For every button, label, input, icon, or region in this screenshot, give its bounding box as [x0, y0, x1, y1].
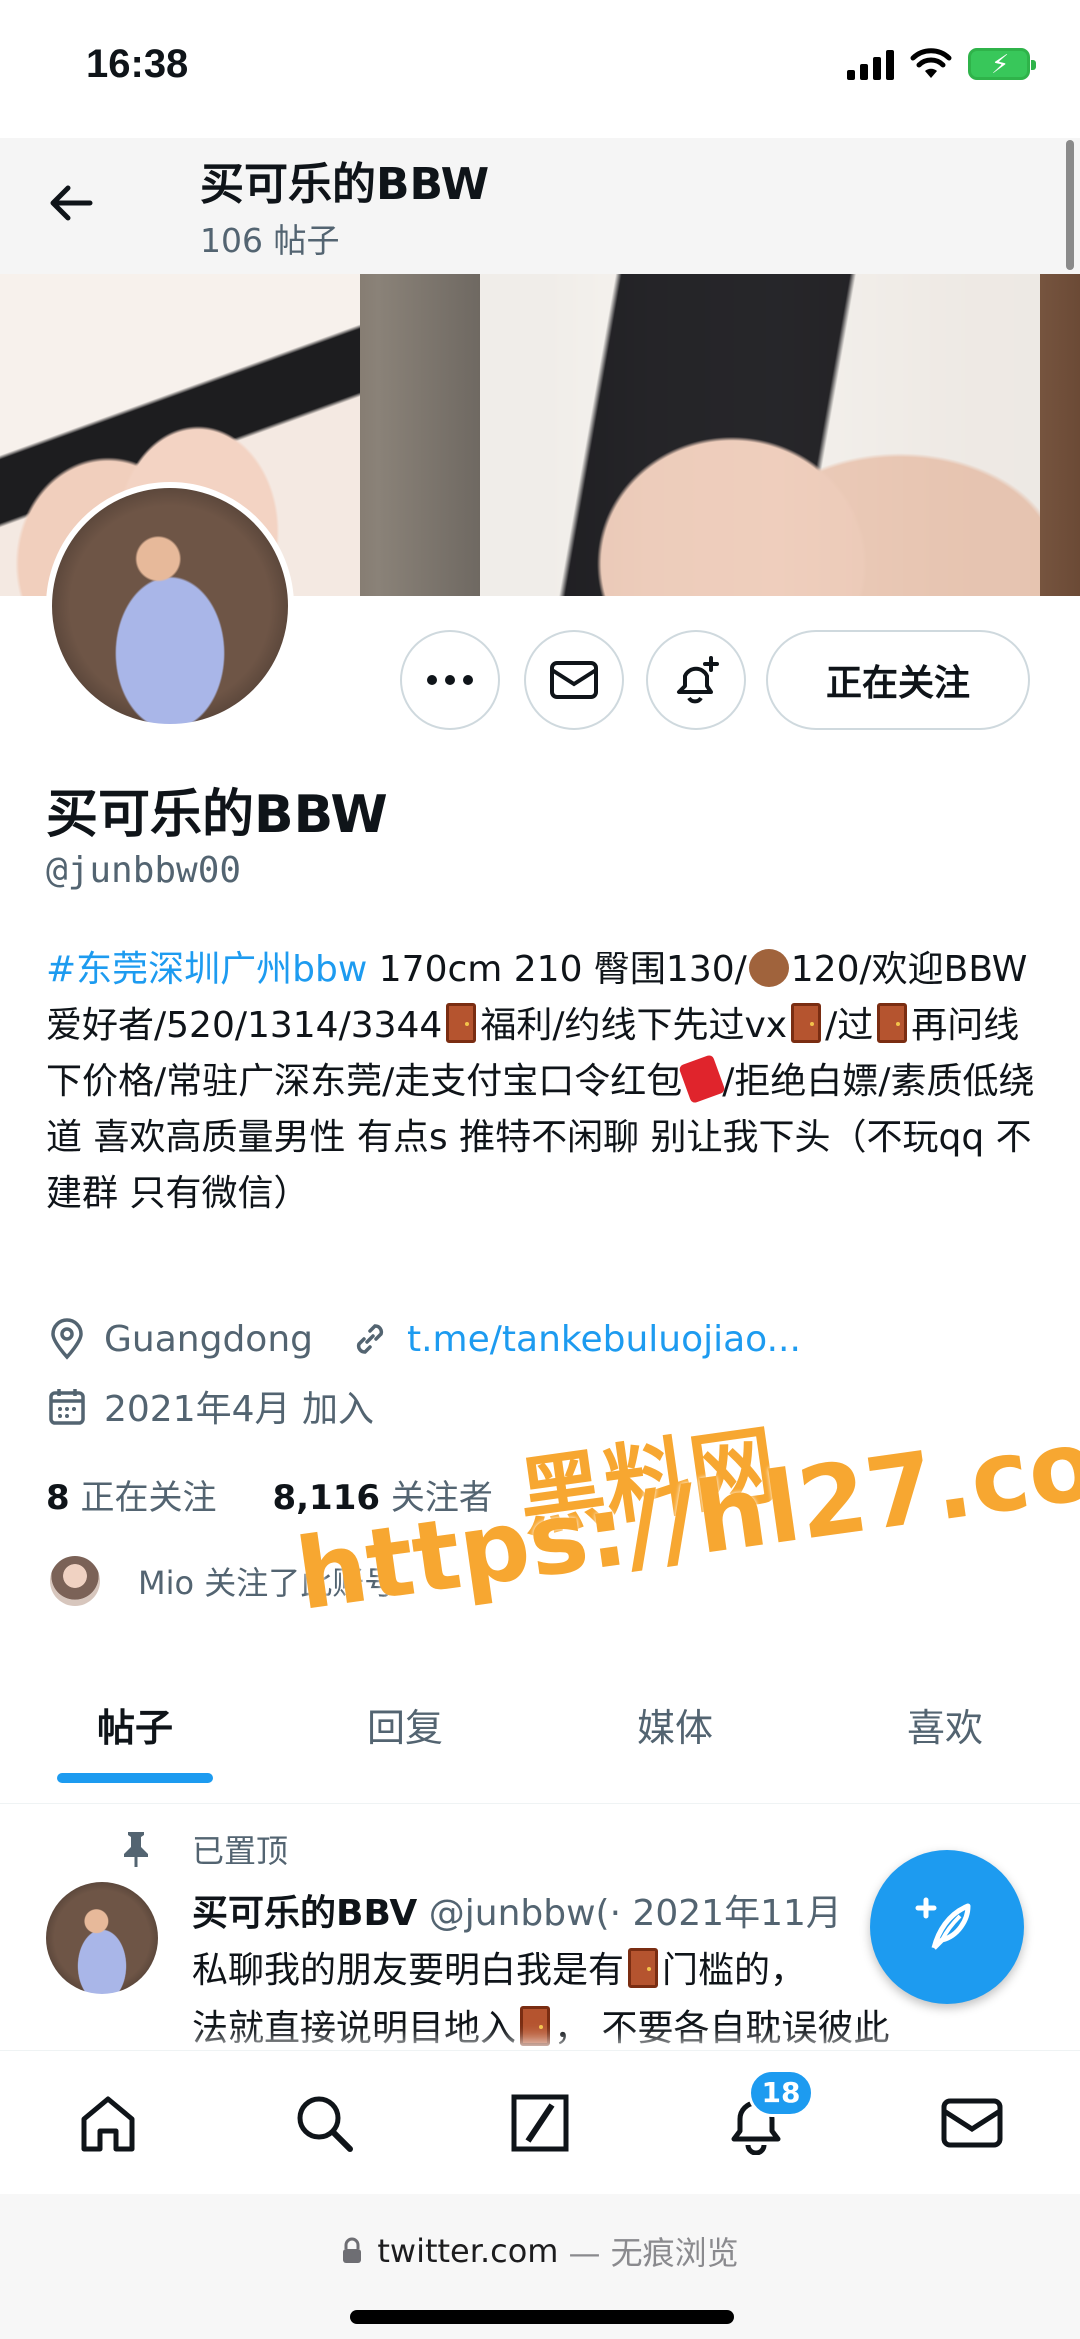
bear-emoji-icon	[748, 949, 789, 987]
mail-icon	[941, 2098, 1003, 2147]
nav-messages[interactable]	[932, 2083, 1012, 2163]
home-indicator[interactable]	[350, 2310, 734, 2324]
door-emoji-icon	[628, 1948, 659, 1988]
pinned-indicator: 已置顶	[118, 1826, 288, 1872]
watermark-title: 黑料网	[512, 1414, 783, 1550]
compose-post-button[interactable]	[870, 1850, 1024, 2004]
compose-feather-icon	[915, 1897, 971, 1950]
red-envelope-emoji-icon	[678, 1054, 727, 1104]
nav-notifications[interactable]: 18	[716, 2068, 814, 2163]
bio-text: 170cm 210 臀围130/	[367, 949, 747, 990]
tab-replies[interactable]: 回复	[270, 1680, 540, 1803]
tab-media[interactable]: 媒体	[540, 1680, 810, 1803]
notifications-subscribe-button[interactable]	[646, 630, 746, 730]
wifi-icon	[910, 48, 952, 78]
tab-likes[interactable]: 喜欢	[810, 1680, 1080, 1803]
bell-plus-icon	[677, 656, 719, 704]
follower-avatar	[50, 1556, 100, 1606]
cellular-signal-icon	[847, 48, 894, 80]
profile-joined-row: 2021年4月 加入	[46, 1380, 374, 1432]
door-emoji-icon	[791, 1003, 822, 1043]
bio-text: 福利/约线下先过vx	[480, 1005, 788, 1046]
tweet-date: · 2021年11月	[609, 1893, 842, 1934]
profile-header-bar: 买可乐的BBW 106 帖子	[0, 138, 1080, 274]
more-options-button[interactable]	[400, 630, 500, 730]
followed-by-row[interactable]: Mio 关注了此账号	[50, 1556, 396, 1606]
door-emoji-icon	[877, 1003, 908, 1043]
following-count-link[interactable]: 8 正在关注	[46, 1470, 216, 1519]
tab-posts[interactable]: 帖子	[0, 1680, 270, 1803]
status-icons: ⚡	[847, 48, 1036, 80]
nav-search[interactable]	[284, 2083, 364, 2163]
back-arrow-icon[interactable]	[44, 176, 98, 230]
follow-counts: 8 正在关注 8,116 关注者	[46, 1470, 493, 1519]
more-dots-icon	[427, 675, 473, 685]
watermark-url: https://hl27.co	[290, 1407, 1080, 1633]
status-time: 16:38	[86, 42, 189, 86]
followers-count-link[interactable]: 8,116 关注者	[272, 1470, 492, 1519]
pin-icon	[124, 1832, 148, 1867]
notification-badge: 18	[748, 2068, 814, 2117]
location-pin-icon	[51, 1318, 83, 1360]
profile-handle: @junbbw00	[46, 850, 242, 891]
profile-meta-row: Guangdong t.me/tankebuluojiao...	[46, 1318, 801, 1360]
profile-joined-date: 2021年4月 加入	[104, 1389, 374, 1430]
nav-home[interactable]	[68, 2083, 148, 2163]
tweet-author-handle: @junbbw(	[428, 1893, 610, 1934]
bottom-navigation: 18	[0, 2050, 1080, 2194]
search-icon	[297, 2096, 353, 2152]
link-icon	[356, 1324, 384, 1354]
message-button[interactable]	[524, 630, 624, 730]
home-icon	[81, 2096, 135, 2151]
scrollbar[interactable]	[1066, 140, 1074, 270]
url-row: twitter.com — 无痕浏览	[0, 2228, 1080, 2274]
profile-name: 买可乐的BBW	[46, 785, 388, 845]
header-post-count: 106 帖子	[200, 221, 340, 260]
following-button[interactable]: 正在关注	[766, 630, 1030, 730]
profile-avatar[interactable]	[46, 482, 294, 730]
tweet-avatar[interactable]	[46, 1882, 158, 1994]
calendar-icon	[49, 1389, 85, 1425]
grok-slash-icon	[511, 2094, 569, 2151]
followed-by-text: Mio 关注了此账号	[138, 1564, 397, 1602]
bio-hashtag-link[interactable]: #东莞深圳广州bbw	[46, 949, 367, 990]
pinned-label: 已置顶	[192, 1832, 289, 1870]
status-bar: 16:38 ⚡	[0, 0, 1080, 140]
door-emoji-icon	[520, 2006, 551, 2046]
battery-charging-icon: ⚡	[968, 48, 1036, 80]
private-mode-label: — 无痕浏览	[568, 2234, 739, 2272]
profile-website-link[interactable]: t.me/tankebuluojiao...	[407, 1319, 801, 1360]
tweet-author-name[interactable]: 买可乐的BBV	[192, 1893, 417, 1934]
profile-location: Guangdong	[104, 1318, 313, 1360]
envelope-icon	[550, 661, 598, 699]
bio-text: /过	[825, 1005, 874, 1046]
profile-tabs: 帖子 回复 媒体 喜欢	[0, 1680, 1080, 1804]
lock-icon	[343, 2237, 362, 2263]
nav-grok[interactable]	[500, 2083, 580, 2163]
browser-address-bar[interactable]: twitter.com — 无痕浏览	[0, 2194, 1080, 2339]
profile-bio: #东莞深圳广州bbw 170cm 210 臀围130/120/欢迎BBW爱好者/…	[46, 942, 1036, 1222]
header-title: 买可乐的BBW	[200, 159, 490, 210]
browser-url: twitter.com	[377, 2232, 559, 2270]
door-emoji-icon	[446, 1003, 477, 1043]
